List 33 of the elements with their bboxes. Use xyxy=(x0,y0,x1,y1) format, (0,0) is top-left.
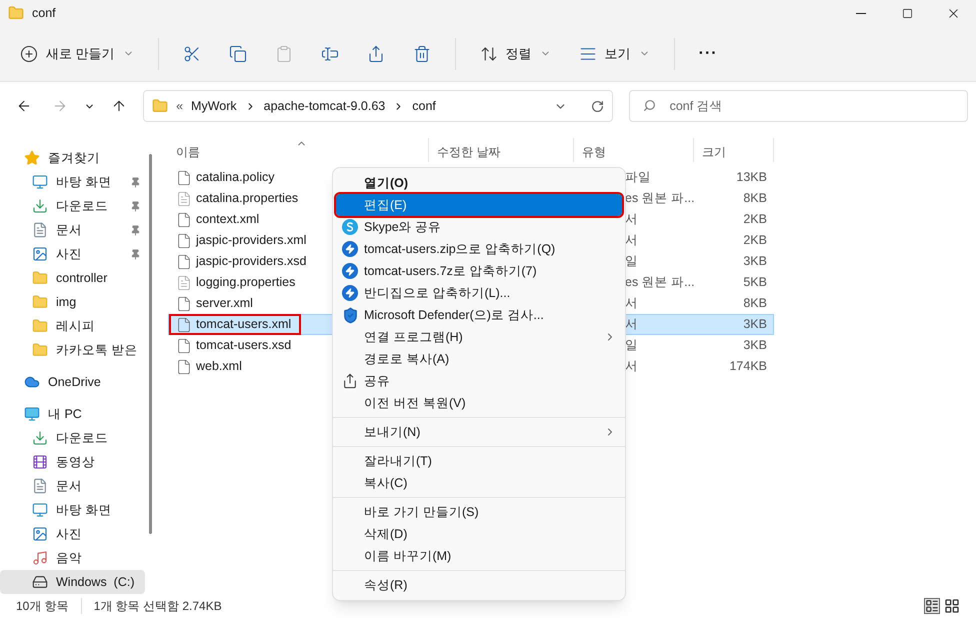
file-name: catalina.policy xyxy=(196,169,275,186)
file-type: es 원본 파... xyxy=(625,274,696,292)
file-size: 3KB xyxy=(742,337,768,354)
file-size: 13KB xyxy=(735,169,768,186)
file-name: logging.properties xyxy=(196,274,296,292)
file-type: 서 xyxy=(625,358,639,376)
selection-info: 1개 항목 선택함 2.74KB xyxy=(94,598,222,615)
file-type: es 원본 파... xyxy=(625,190,696,208)
file-type: 파일 xyxy=(625,169,652,186)
file-size: 8KB xyxy=(742,295,768,312)
file-name: server.xml xyxy=(196,295,253,312)
file-size: 2KB xyxy=(742,232,768,250)
file-name: context.xml xyxy=(196,211,260,228)
file-name: web.xml xyxy=(196,358,242,376)
file-type: 서 xyxy=(625,316,639,334)
file-size: 3KB xyxy=(742,316,768,334)
file-type: 서 xyxy=(625,295,639,312)
file-name: catalina.properties xyxy=(196,190,298,208)
file-type: 서 xyxy=(625,211,639,228)
file-name: tomcat-users.xsd xyxy=(196,337,292,354)
file-type: 일 xyxy=(625,337,639,354)
file-name: jaspic-providers.xml xyxy=(196,232,306,250)
file-size: 174KB xyxy=(728,358,768,376)
file-size: 2KB xyxy=(742,211,768,228)
file-size: 3KB xyxy=(742,253,768,270)
file-name: tomcat-users.xml xyxy=(196,316,292,334)
file-size: 5KB xyxy=(742,274,768,292)
file-type: 서 xyxy=(625,232,639,250)
file-size: 8KB xyxy=(742,190,768,208)
item-count: 10개 항목 xyxy=(16,598,69,615)
window-title: conf xyxy=(32,4,56,22)
file-name: jaspic-providers.xsd xyxy=(196,253,306,270)
file-type: 일 xyxy=(625,253,639,270)
